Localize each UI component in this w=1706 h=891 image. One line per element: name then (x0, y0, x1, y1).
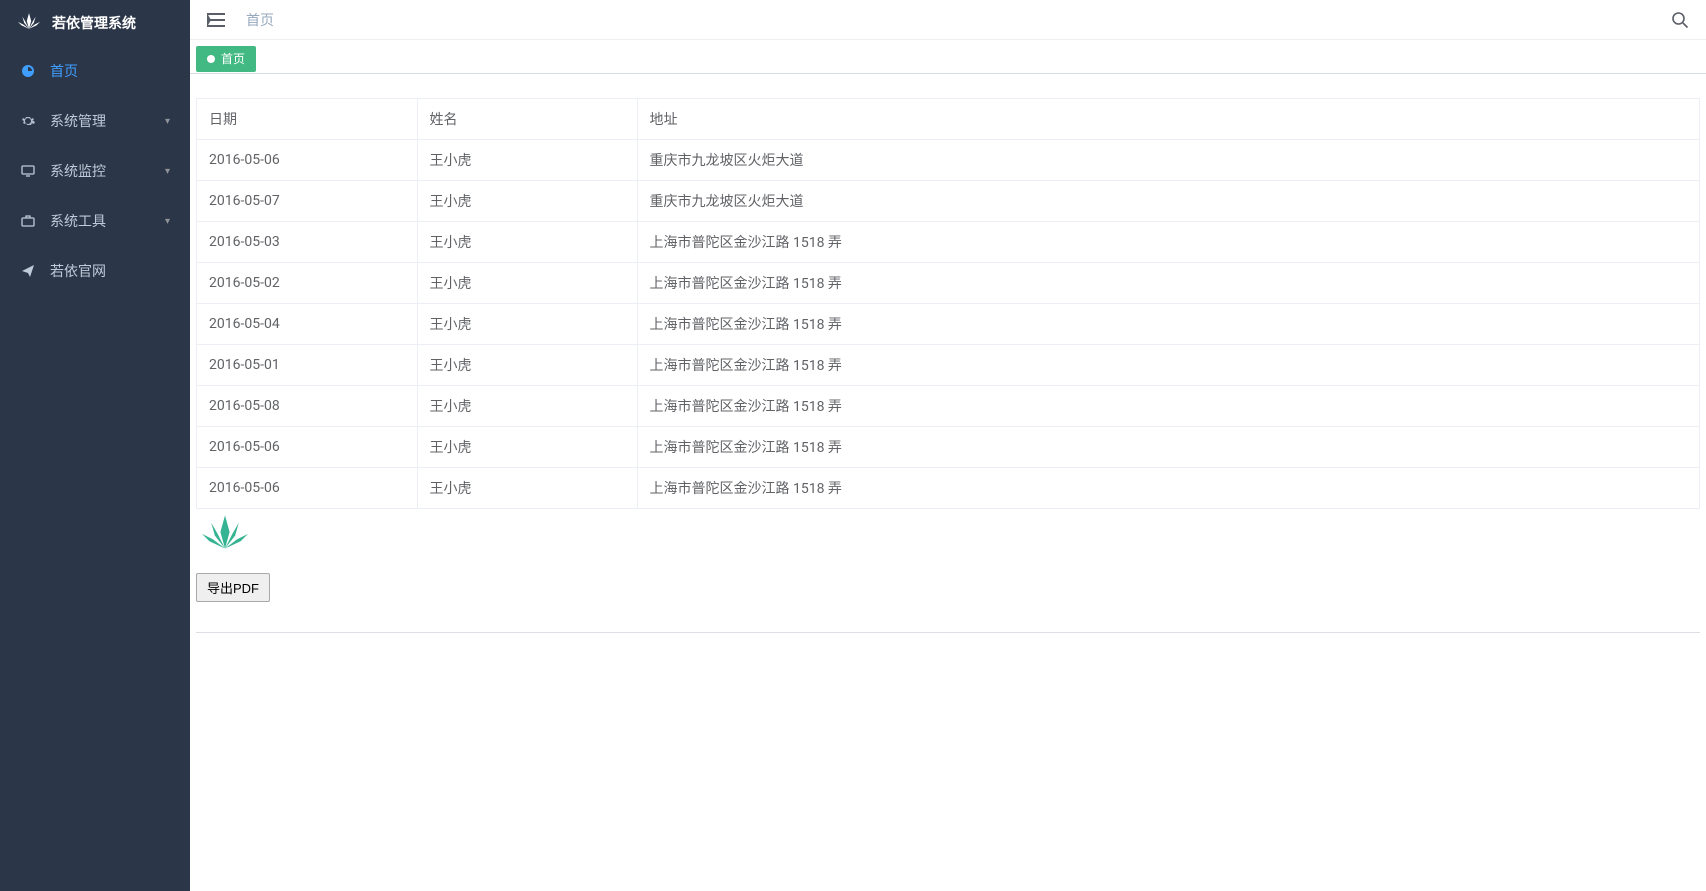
sidebar-item-label: 系统监控 (50, 161, 165, 181)
chevron-down-icon: ▾ (165, 166, 170, 177)
sidebar-item-label: 若依官网 (50, 261, 170, 281)
table-row[interactable]: 2016-05-02王小虎上海市普陀区金沙江路 1518 弄 (197, 263, 1699, 304)
cell-address: 上海市普陀区金沙江路 1518 弄 (637, 345, 1699, 386)
cell-name: 王小虎 (417, 140, 637, 181)
table-row[interactable]: 2016-05-06王小虎上海市普陀区金沙江路 1518 弄 (197, 427, 1699, 468)
cell-address: 上海市普陀区金沙江路 1518 弄 (637, 468, 1699, 509)
cell-name: 王小虎 (417, 263, 637, 304)
cell-address: 上海市普陀区金沙江路 1518 弄 (637, 386, 1699, 427)
chevron-down-icon: ▾ (165, 116, 170, 127)
leaf-icon (202, 515, 1700, 553)
cell-date: 2016-05-06 (197, 140, 417, 181)
hamburger-icon[interactable] (206, 10, 226, 30)
dashboard-icon (20, 63, 36, 79)
divider (196, 632, 1700, 633)
paper-plane-icon (20, 263, 36, 279)
table-row[interactable]: 2016-05-06王小虎重庆市九龙坡区火炬大道 (197, 140, 1699, 181)
sidebar-item-4[interactable]: 若依官网 (0, 246, 190, 296)
table-row[interactable]: 2016-05-01王小虎上海市普陀区金沙江路 1518 弄 (197, 345, 1699, 386)
export-pdf-button[interactable]: 导出PDF (196, 573, 270, 602)
sidebar: 若依管理系统 首页系统管理▾系统监控▾系统工具▾若依官网 (0, 0, 190, 891)
leaf-icon (18, 12, 52, 34)
cell-name: 王小虎 (417, 386, 637, 427)
col-header-address: 地址 (637, 99, 1699, 140)
cell-date: 2016-05-06 (197, 427, 417, 468)
table-row[interactable]: 2016-05-06王小虎上海市普陀区金沙江路 1518 弄 (197, 468, 1699, 509)
table-row[interactable]: 2016-05-08王小虎上海市普陀区金沙江路 1518 弄 (197, 386, 1699, 427)
cell-address: 重庆市九龙坡区火炬大道 (637, 181, 1699, 222)
sidebar-item-2[interactable]: 系统监控▾ (0, 146, 190, 196)
page-content: 日期姓名地址 2016-05-06王小虎重庆市九龙坡区火炬大道2016-05-0… (190, 74, 1706, 891)
cell-name: 王小虎 (417, 222, 637, 263)
cell-date: 2016-05-01 (197, 345, 417, 386)
tab-label: 首页 (221, 50, 245, 67)
toolbox-icon (20, 213, 36, 229)
cell-address: 上海市普陀区金沙江路 1518 弄 (637, 427, 1699, 468)
sidebar-item-0[interactable]: 首页 (0, 46, 190, 96)
breadcrumb: 首页 (246, 10, 274, 30)
cell-name: 王小虎 (417, 468, 637, 509)
cell-date: 2016-05-06 (197, 468, 417, 509)
sidebar-item-label: 系统管理 (50, 111, 165, 131)
cell-date: 2016-05-07 (197, 181, 417, 222)
gear-icon (20, 113, 36, 129)
cell-name: 王小虎 (417, 304, 637, 345)
sidebar-item-label: 系统工具 (50, 211, 165, 231)
col-header-name: 姓名 (417, 99, 637, 140)
cell-name: 王小虎 (417, 181, 637, 222)
tabs-bar: 首页 (190, 40, 1706, 74)
table-row[interactable]: 2016-05-03王小虎上海市普陀区金沙江路 1518 弄 (197, 222, 1699, 263)
search-icon[interactable] (1670, 10, 1690, 30)
cell-address: 上海市普陀区金沙江路 1518 弄 (637, 304, 1699, 345)
cell-date: 2016-05-08 (197, 386, 417, 427)
table-row[interactable]: 2016-05-07王小虎重庆市九龙坡区火炬大道 (197, 181, 1699, 222)
sidebar-item-label: 首页 (50, 61, 170, 81)
cell-address: 重庆市九龙坡区火炬大道 (637, 140, 1699, 181)
cell-date: 2016-05-04 (197, 304, 417, 345)
cell-date: 2016-05-02 (197, 263, 417, 304)
data-table: 日期姓名地址 2016-05-06王小虎重庆市九龙坡区火炬大道2016-05-0… (196, 98, 1700, 509)
cell-address: 上海市普陀区金沙江路 1518 弄 (637, 263, 1699, 304)
cell-address: 上海市普陀区金沙江路 1518 弄 (637, 222, 1699, 263)
cell-name: 王小虎 (417, 345, 637, 386)
cell-name: 王小虎 (417, 427, 637, 468)
sidebar-item-3[interactable]: 系统工具▾ (0, 196, 190, 246)
sidebar-item-1[interactable]: 系统管理▾ (0, 96, 190, 146)
col-header-date: 日期 (197, 99, 417, 140)
app-logo[interactable]: 若依管理系统 (0, 0, 190, 46)
top-header: 首页 (190, 0, 1706, 40)
chevron-down-icon: ▾ (165, 216, 170, 227)
monitor-icon (20, 163, 36, 179)
app-title: 若依管理系统 (52, 13, 136, 33)
table-row[interactable]: 2016-05-04王小虎上海市普陀区金沙江路 1518 弄 (197, 304, 1699, 345)
tab-0[interactable]: 首页 (196, 46, 256, 72)
cell-date: 2016-05-03 (197, 222, 417, 263)
